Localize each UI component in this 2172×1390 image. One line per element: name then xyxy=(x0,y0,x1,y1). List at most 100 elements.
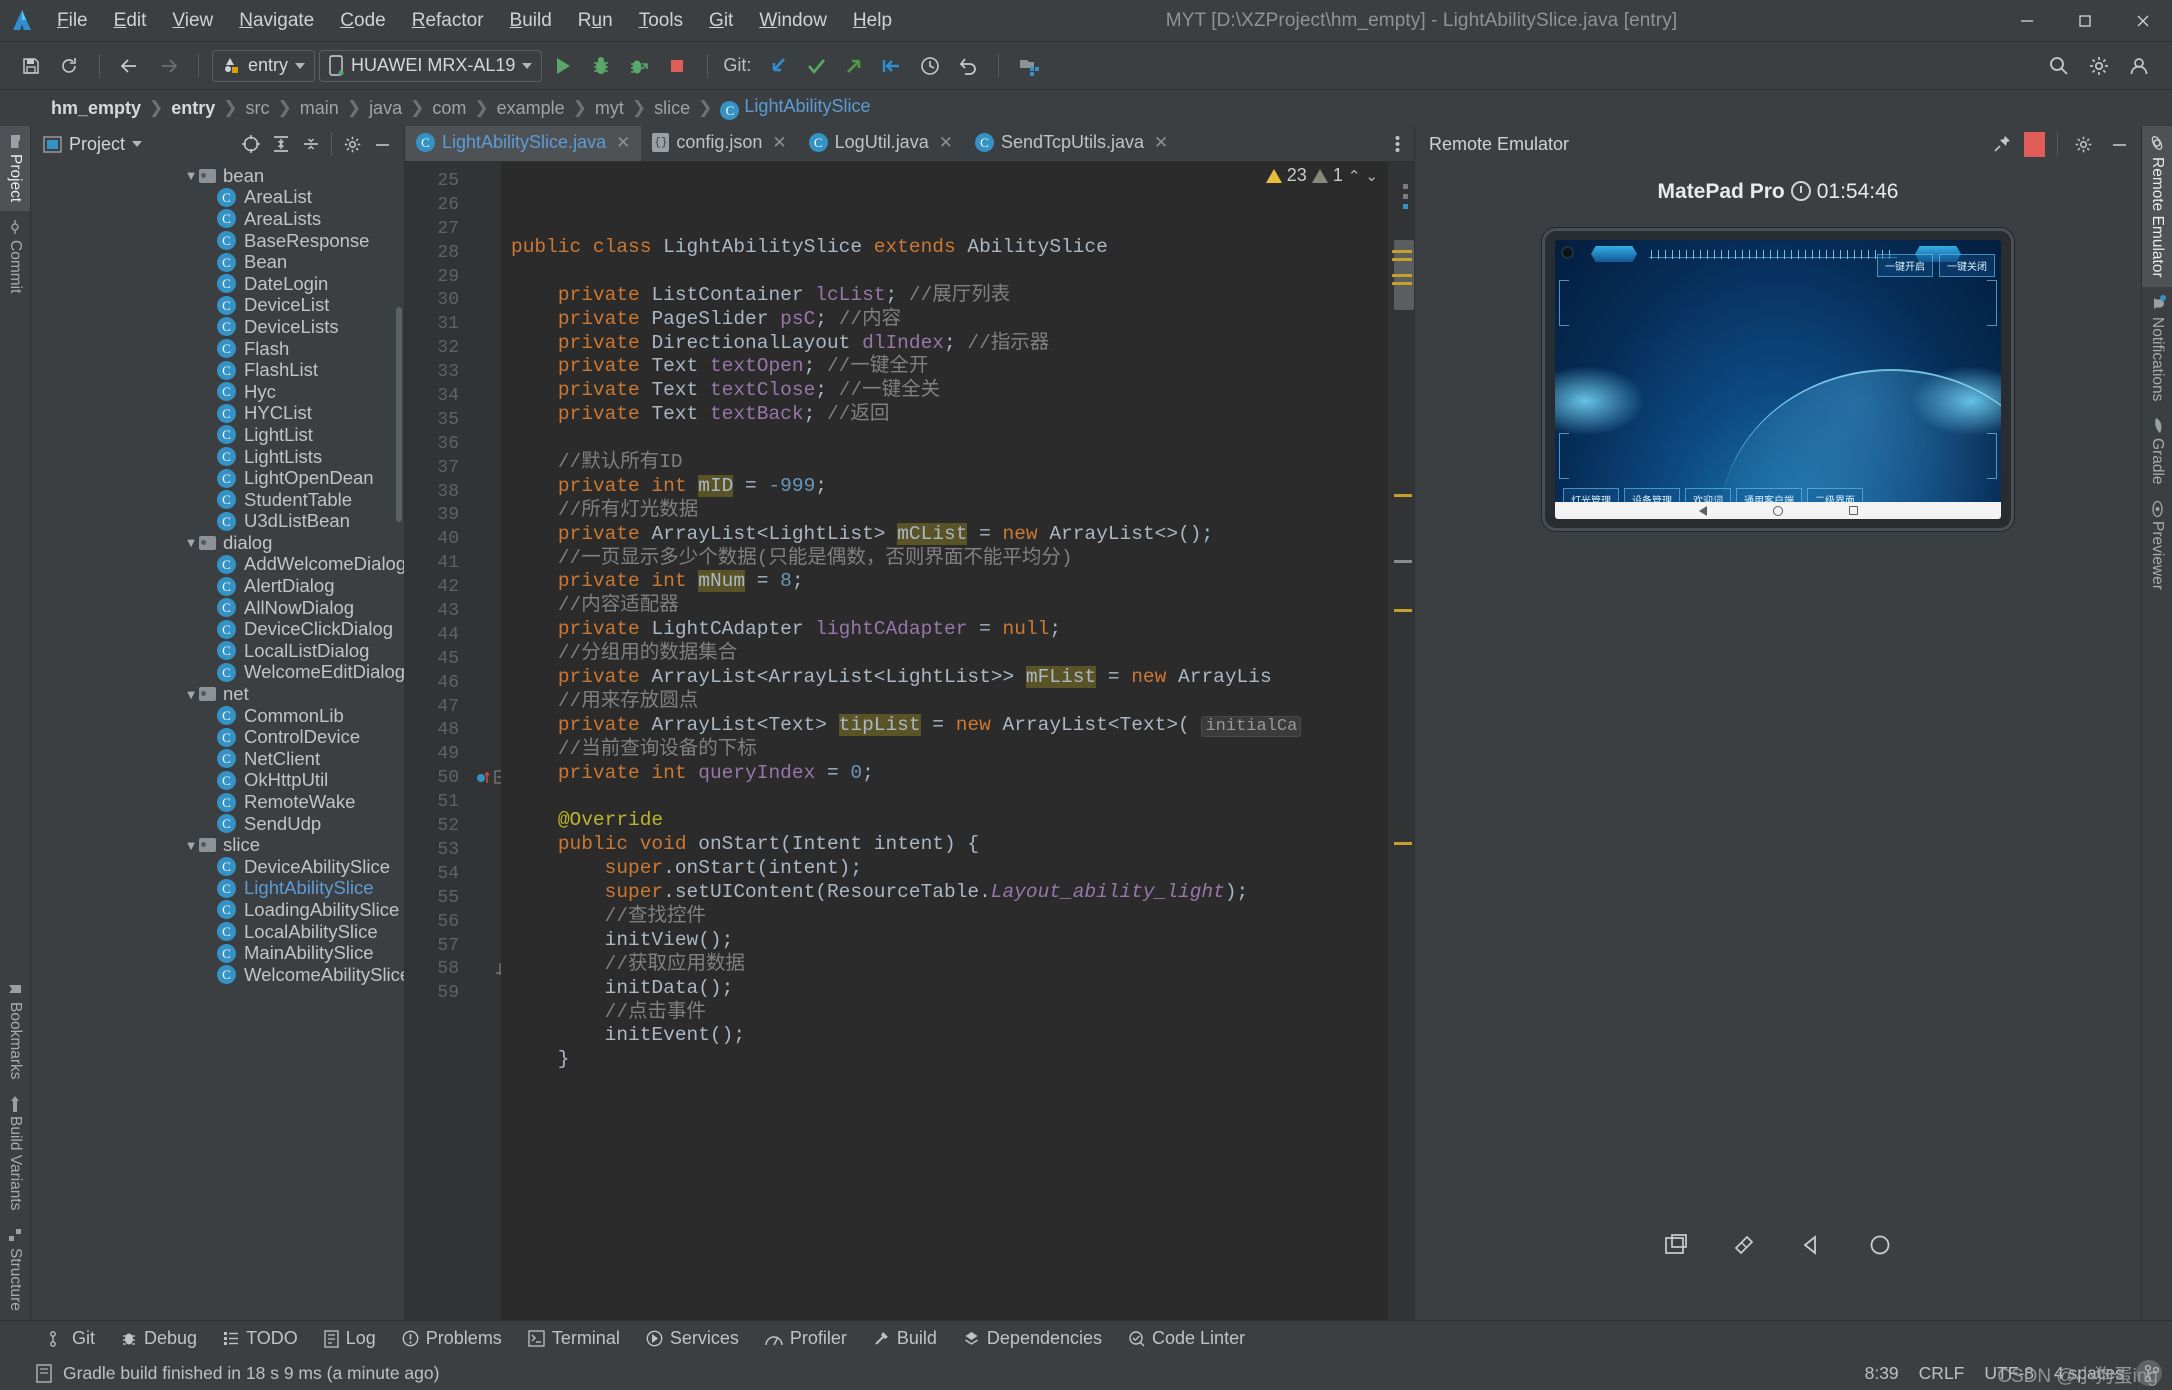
sidebar-item-project[interactable]: Project xyxy=(0,126,30,212)
code-line[interactable]: private ListContainer lcList; //展厅列表 xyxy=(501,284,1388,308)
menu-tools[interactable]: Tools xyxy=(626,7,696,35)
tree-class-row[interactable]: C AlertDialog xyxy=(31,575,404,597)
tree-class-row[interactable]: C LocalListDialog xyxy=(31,640,404,662)
menu-run[interactable]: Run xyxy=(565,7,626,35)
tree-class-row[interactable]: C U3dListBean xyxy=(31,510,404,533)
nav-back-icon[interactable] xyxy=(1698,505,1707,516)
tree-class-row[interactable]: C Hyc xyxy=(31,381,404,403)
close-button[interactable] xyxy=(2114,0,2172,42)
code-line[interactable]: } xyxy=(501,1048,1388,1072)
save-icon[interactable] xyxy=(14,51,48,81)
tree-class-row[interactable]: C DeviceClickDialog xyxy=(31,618,404,640)
menu-code[interactable]: Code xyxy=(327,7,398,35)
code-line[interactable]: private Text textClose; //一键全关 xyxy=(501,379,1388,403)
code-line[interactable]: private LightCAdapter lightCAdapter = nu… xyxy=(501,618,1388,642)
back-arrow-icon[interactable] xyxy=(113,51,147,81)
push-icon[interactable] xyxy=(837,51,871,81)
breadcrumb-item-3[interactable]: main xyxy=(295,97,344,120)
sidebar-item-commit[interactable]: Commit xyxy=(0,211,30,302)
breadcrumb-item-9[interactable]: C LightAbilitySlice xyxy=(715,95,875,121)
code-line[interactable] xyxy=(501,260,1388,284)
tree-scrollbar[interactable] xyxy=(396,307,402,522)
tree-class-row[interactable]: C MainAbilitySlice xyxy=(31,942,404,964)
breadcrumb-item-5[interactable]: com xyxy=(427,97,471,120)
gear-icon[interactable] xyxy=(2070,132,2097,157)
home-icon[interactable] xyxy=(1863,1228,1897,1262)
sidebar-item-bookmarks[interactable]: Bookmarks xyxy=(0,973,30,1089)
code-line[interactable]: private int mID = -999; xyxy=(501,474,1388,499)
emulator-top-button[interactable]: 一键关闭 xyxy=(1939,254,1995,277)
menu-view[interactable]: View xyxy=(159,7,226,35)
tree-folder-row[interactable]: ▼ dialog xyxy=(31,532,404,554)
editor-tab[interactable]: C LightAbilitySlice.java ✕ xyxy=(405,126,642,161)
attach-debugger-icon[interactable] xyxy=(622,51,656,81)
breadcrumb-item-2[interactable]: src xyxy=(241,97,275,120)
code-line[interactable]: //获取应用数据 xyxy=(501,953,1388,977)
tree-folder-row[interactable]: ▼ slice xyxy=(31,834,404,856)
rotate-icon[interactable] xyxy=(1727,1228,1761,1262)
code-line[interactable]: //默认所有ID xyxy=(501,451,1388,475)
sync-icon[interactable] xyxy=(52,51,86,81)
stop-session-icon[interactable] xyxy=(2024,131,2045,157)
tree-class-row[interactable]: C RemoteWake xyxy=(31,791,404,813)
code-line[interactable]: private ArrayList<Text> tipList = new Ar… xyxy=(501,713,1388,738)
chevron-down-icon[interactable] xyxy=(132,141,143,147)
project-structure-icon[interactable] xyxy=(1012,51,1046,81)
tree-class-row[interactable]: C DeviceList xyxy=(31,294,404,317)
pin-icon[interactable] xyxy=(1988,132,2015,157)
chevron-down-icon[interactable]: ▼ xyxy=(183,535,199,550)
tree-class-row[interactable]: C OkHttpUtil xyxy=(31,769,404,792)
tree-class-row[interactable]: C FlashList xyxy=(31,359,404,381)
breadcrumb-item-4[interactable]: java xyxy=(364,97,407,120)
pull-icon[interactable] xyxy=(875,51,909,81)
code-line[interactable]: //所有灯光数据 xyxy=(501,499,1388,523)
breadcrumb-item-8[interactable]: slice xyxy=(649,97,695,120)
menu-file[interactable]: File xyxy=(44,7,101,35)
code-line[interactable]: //查找控件 xyxy=(501,905,1388,929)
caret-position[interactable]: 8:39 xyxy=(1865,1363,1899,1384)
code-line[interactable]: //用来存放圆点 xyxy=(501,690,1388,714)
tree-class-row[interactable]: C NetClient xyxy=(31,748,404,770)
bottom-tool-debug[interactable]: Debug xyxy=(108,1325,210,1352)
hide-panel-icon[interactable] xyxy=(369,132,396,157)
tree-class-row[interactable]: C CommonLib xyxy=(31,705,404,727)
run-method-icon[interactable] xyxy=(476,770,492,786)
run-icon[interactable] xyxy=(546,51,580,81)
debug-icon[interactable] xyxy=(584,51,618,81)
history-icon[interactable] xyxy=(913,51,947,81)
select-opened-file-icon[interactable] xyxy=(237,132,264,157)
maximize-button[interactable] xyxy=(2056,0,2114,42)
code-line[interactable]: //分组用的数据集合 xyxy=(501,642,1388,666)
close-icon[interactable]: ✕ xyxy=(1154,133,1168,153)
code-line[interactable]: private PageSlider psC; //内容 xyxy=(501,308,1388,332)
settings-icon[interactable] xyxy=(2082,51,2116,81)
tree-class-row[interactable]: C WelcomeEditDialog xyxy=(31,661,404,684)
close-icon[interactable]: ✕ xyxy=(616,133,630,153)
sidebar-item-build-variants[interactable]: Build Variants xyxy=(0,1089,30,1219)
update-project-icon[interactable] xyxy=(761,51,795,81)
tree-class-row[interactable]: C LightOpenDean xyxy=(31,467,404,489)
tree-class-row[interactable]: C ControlDevice xyxy=(31,726,404,748)
code-line[interactable] xyxy=(501,785,1388,809)
tree-class-row[interactable]: C Flash xyxy=(31,338,404,360)
editor-tab[interactable]: config.json ✕ xyxy=(641,126,797,161)
code-line[interactable]: initEvent(); xyxy=(501,1024,1388,1048)
bottom-tool-todo[interactable]: TODO xyxy=(210,1325,311,1352)
tree-class-row[interactable]: C Bean xyxy=(31,251,404,273)
code-line[interactable]: private Text textOpen; //一键全开 xyxy=(501,355,1388,379)
emulator-top-button[interactable]: 一键开启 xyxy=(1877,254,1933,277)
code-line[interactable]: private ArrayList<LightList> mCList = ne… xyxy=(501,522,1388,547)
tree-class-row[interactable]: C DeviceAbilitySlice xyxy=(31,856,404,878)
code-line[interactable]: private Text textBack; //返回 xyxy=(501,403,1388,427)
search-everywhere-icon[interactable] xyxy=(2042,51,2076,81)
nav-home-icon[interactable] xyxy=(1772,505,1783,516)
close-icon[interactable]: ✕ xyxy=(939,133,953,153)
chevron-down-icon[interactable]: ▼ xyxy=(183,687,199,702)
code-line[interactable]: public void onStart(Intent intent) { xyxy=(501,833,1388,857)
bottom-tool-terminal[interactable]: Terminal xyxy=(515,1325,633,1352)
bottom-tool-git[interactable]: Git xyxy=(36,1325,108,1352)
bottom-tool-services[interactable]: Services xyxy=(633,1325,752,1352)
tree-class-row[interactable]: C AllNowDialog xyxy=(31,597,404,619)
tree-folder-row[interactable]: ▼ bean xyxy=(31,165,404,187)
collapse-all-icon[interactable] xyxy=(297,132,324,157)
